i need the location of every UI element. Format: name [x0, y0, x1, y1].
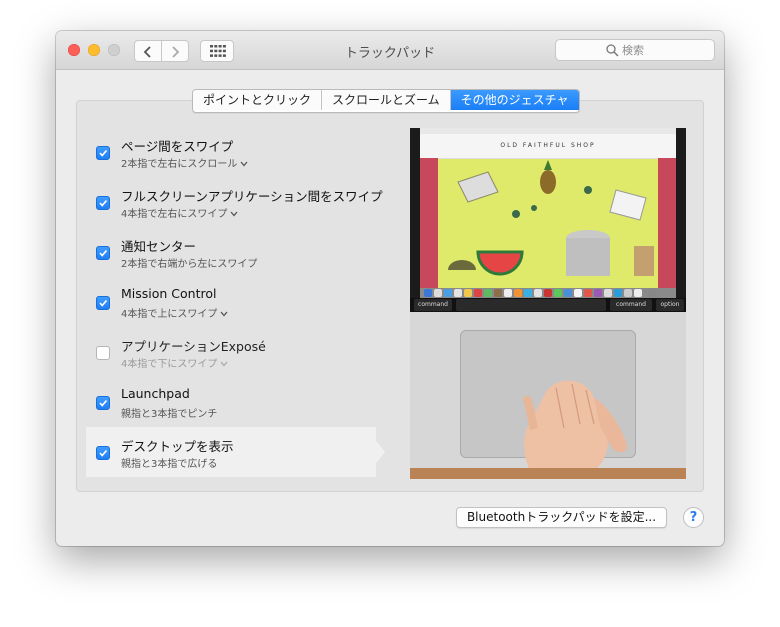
product-photo: [448, 160, 654, 276]
laptop-screen: OLD FAITHFUL SHOP: [420, 128, 676, 298]
gesture-detail-popup[interactable]: 4本指で左右にスワイプ: [121, 205, 238, 220]
gesture-detail: 4本指で左右にスワイプ: [121, 209, 228, 220]
gesture-detail-popup[interactable]: 4本指で上にスワイプ: [121, 305, 228, 320]
search-input[interactable]: [622, 42, 710, 58]
key-command-right: command: [610, 299, 652, 311]
wallpaper-right: [658, 158, 676, 298]
selection-pointer: [365, 427, 385, 477]
dock: [420, 288, 676, 298]
checkmark-icon: [99, 199, 108, 207]
gesture-detail: 4本指で上にスワイプ: [121, 309, 218, 320]
checkmark-icon: [99, 299, 108, 307]
gesture-detail: 2本指で左右にスクロール: [121, 159, 238, 170]
checkbox[interactable]: [96, 346, 110, 360]
gesture-title: Mission Control: [121, 286, 217, 301]
checkmark-icon: [99, 249, 108, 257]
gesture-title: 通知センター: [121, 239, 197, 254]
key-command-left: command: [414, 299, 452, 311]
chevron-down-icon: [220, 361, 228, 367]
setup-bluetooth-trackpad-button[interactable]: Bluetoothトラックパッドを設定...: [456, 507, 667, 528]
gesture-title: フルスクリーンアプリケーション間をスワイプ: [121, 189, 383, 204]
gesture-detail: 親指と3本指で広げる: [121, 459, 218, 470]
chevron-down-icon: [230, 211, 238, 217]
gesture-title: デスクトップを表示: [121, 439, 234, 454]
gesture-item-notification-center: 通知センター 2本指で右端から左にスワイプ: [86, 227, 386, 277]
title-bar: トラックパッド: [56, 31, 724, 70]
checkmark-icon: [99, 449, 108, 457]
chevron-down-icon: [240, 161, 248, 167]
gesture-item-mission-control: Mission Control 4本指で上にスワイプ: [86, 277, 386, 327]
gesture-item-show-desktop[interactable]: デスクトップを表示 親指と3本指で広げる: [86, 427, 376, 477]
tab-bar: ポイントとクリック スクロールとズーム その他のジェスチャ: [192, 89, 580, 113]
keyboard-row: command command option: [410, 298, 686, 312]
gesture-title: アプリケーションExposé: [121, 339, 266, 354]
gesture-item-swipe-pages: ページ間をスワイプ 2本指で左右にスクロール: [86, 127, 386, 177]
checkbox[interactable]: [96, 296, 110, 310]
gesture-preview-video: OLD FAITHFUL SHOP command command option: [410, 128, 686, 479]
hand-illustration: [522, 380, 627, 478]
gesture-item-app-expose: アプリケーションExposé 4本指で下にスワイプ: [86, 327, 386, 377]
shop-name: OLD FAITHFUL SHOP: [500, 142, 596, 149]
gesture-item-swipe-fullscreen-apps: フルスクリーンアプリケーション間をスワイプ 4本指で左右にスワイプ: [86, 177, 386, 227]
gesture-detail-popup[interactable]: 4本指で下にスワイプ: [121, 355, 228, 370]
laptop-display: OLD FAITHFUL SHOP command command option: [410, 128, 686, 312]
gesture-detail: 親指と3本指でピンチ: [121, 409, 218, 420]
checkmark-icon: [99, 149, 108, 157]
help-button[interactable]: ?: [683, 507, 704, 528]
gesture-detail: 2本指で右端から左にスワイプ: [121, 259, 258, 270]
key-space: [456, 299, 606, 311]
tab-more-gestures[interactable]: その他のジェスチャ: [450, 90, 579, 110]
checkbox[interactable]: [96, 396, 110, 410]
wallpaper-left: [420, 158, 438, 298]
gesture-title: Launchpad: [121, 386, 190, 401]
checkmark-icon: [99, 399, 108, 407]
gesture-detail: 4本指で下にスワイプ: [121, 359, 218, 370]
checkbox[interactable]: [96, 246, 110, 260]
tab-point-and-click[interactable]: ポイントとクリック: [193, 90, 323, 110]
checkbox[interactable]: [96, 196, 110, 210]
search-field[interactable]: [555, 39, 715, 61]
gesture-title: ページ間をスワイプ: [121, 139, 234, 154]
desk-surface: [410, 468, 686, 479]
key-option: option: [656, 299, 684, 311]
gesture-detail-popup[interactable]: 2本指で左右にスクロール: [121, 155, 248, 170]
chevron-down-icon: [220, 311, 228, 317]
checkbox[interactable]: [96, 446, 110, 460]
search-icon: [606, 44, 619, 57]
preferences-window: トラックパッド ポイントとクリック スクロールとズーム その他のジェスチャ ペー…: [56, 31, 724, 546]
tab-scroll-and-zoom[interactable]: スクロールとズーム: [322, 90, 451, 110]
checkbox[interactable]: [96, 146, 110, 160]
gesture-item-launchpad: Launchpad 親指と3本指でピンチ: [86, 377, 386, 427]
